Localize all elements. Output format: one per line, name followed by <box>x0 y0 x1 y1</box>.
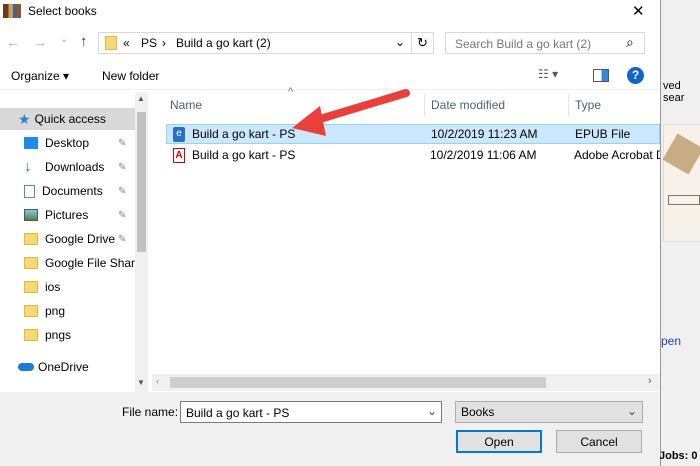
red-arrow-annotation <box>292 89 410 136</box>
background-window: ved sear pen Jobs: 0 <box>659 0 700 466</box>
sidebar-item-google-file-share[interactable]: Google File Shar <box>0 252 135 274</box>
search-icon: ⌕ <box>626 34 634 50</box>
search-input[interactable]: Search Build a go kart (2) ⌕ <box>445 32 645 54</box>
folder-icon <box>24 257 38 269</box>
sidebar-item-quick-access[interactable]: ★ Quick access <box>0 108 135 130</box>
folder-icon <box>24 233 38 245</box>
navigation-pane: ★ Quick access Desktop ✎ ↓ Downloads ✎ Docum… <box>0 92 148 392</box>
sidebar-item-ios[interactable]: ios <box>0 276 135 298</box>
sidebar-scrollbar[interactable]: ▲ ▼ <box>135 92 148 392</box>
crumb-separator: › <box>162 36 166 50</box>
preview-pane-button[interactable] <box>593 69 609 82</box>
background-preview-image <box>662 124 700 242</box>
pictures-icon <box>24 209 38 221</box>
sidebar-item-downloads[interactable]: ↓ Downloads ✎ <box>0 156 135 178</box>
select-books-dialog: Select books ✕ ← → ⌄ ↑ « PS › Build a go… <box>0 0 660 466</box>
column-date-modified[interactable]: Date modified <box>431 98 505 112</box>
column-name[interactable]: Name <box>170 98 202 112</box>
pin-icon: ✎ <box>118 233 127 245</box>
download-icon: ↓ <box>24 158 32 175</box>
file-type-filter[interactable]: Books ⌄ <box>455 401 643 423</box>
cloud-icon <box>18 363 34 371</box>
address-bar[interactable]: « PS › Build a go kart (2) ⌄ ↻ <box>98 32 434 54</box>
horizontal-scrollbar[interactable]: ‹ › <box>152 374 660 391</box>
epub-file-icon: e <box>173 126 185 142</box>
background-text: ved sear <box>663 80 685 104</box>
recent-locations-button[interactable]: ⌄ <box>60 34 68 45</box>
sidebar-item-google-drive[interactable]: Google Drive ✎ <box>0 228 135 250</box>
new-folder-button[interactable]: New folder <box>102 69 159 83</box>
chevron-down-icon: ⌄ <box>627 404 638 418</box>
file-name-label: File name: <box>122 405 179 419</box>
sidebar-item-desktop[interactable]: Desktop ✎ <box>0 132 135 154</box>
sidebar-item-onedrive[interactable]: OneDrive <box>0 356 135 378</box>
cancel-button[interactable]: Cancel <box>556 430 642 453</box>
folder-icon <box>24 305 38 317</box>
refresh-button[interactable]: ↻ <box>417 35 428 51</box>
sidebar-item-png[interactable]: png <box>0 300 135 322</box>
open-button[interactable]: Open <box>456 430 542 453</box>
up-button[interactable]: ↑ <box>80 33 88 50</box>
address-dropdown[interactable]: ⌄ <box>395 35 405 49</box>
help-button[interactable]: ? <box>627 67 644 84</box>
folder-icon <box>24 281 38 293</box>
dialog-title: Select books <box>28 4 97 18</box>
pin-icon: ✎ <box>118 161 127 173</box>
pin-icon: ✎ <box>118 137 127 149</box>
pin-icon: ✎ <box>118 185 127 197</box>
column-type[interactable]: Type <box>575 98 601 112</box>
crumb-overflow[interactable]: « <box>123 36 130 50</box>
forward-button[interactable]: → <box>33 34 47 50</box>
sidebar-item-documents[interactable]: Documents ✎ <box>0 180 135 202</box>
folder-icon <box>105 36 117 50</box>
search-placeholder: Search Build a go kart (2) <box>455 37 592 51</box>
pdf-file-icon: A <box>173 147 185 163</box>
organize-menu[interactable]: Organize ▾ <box>11 69 69 83</box>
folder-icon <box>24 329 38 341</box>
sidebar-item-pngs[interactable]: pngs <box>0 324 135 346</box>
file-row-pdf[interactable]: A Build a go kart - PS 10/2/2019 11:06 A… <box>166 145 660 165</box>
back-button[interactable]: ← <box>6 34 20 50</box>
documents-icon <box>24 184 35 198</box>
background-link[interactable]: pen <box>661 334 681 348</box>
crumb-ps[interactable]: PS <box>141 36 157 50</box>
close-button[interactable]: ✕ <box>632 2 645 20</box>
chevron-down-icon[interactable]: ⌄ <box>427 404 437 418</box>
desktop-icon <box>24 137 38 149</box>
pin-icon: ✎ <box>118 209 127 221</box>
sidebar-item-pictures[interactable]: Pictures ✎ <box>0 204 135 226</box>
crumb-current[interactable]: Build a go kart (2) <box>176 36 271 50</box>
view-options-button[interactable]: ☷ ▾ <box>538 67 558 81</box>
file-name-input[interactable]: Build a go kart - PS ⌄ <box>180 401 442 423</box>
background-status: Jobs: 0 <box>659 450 698 462</box>
star-icon: ★ <box>18 110 31 127</box>
books-app-icon <box>3 4 21 18</box>
